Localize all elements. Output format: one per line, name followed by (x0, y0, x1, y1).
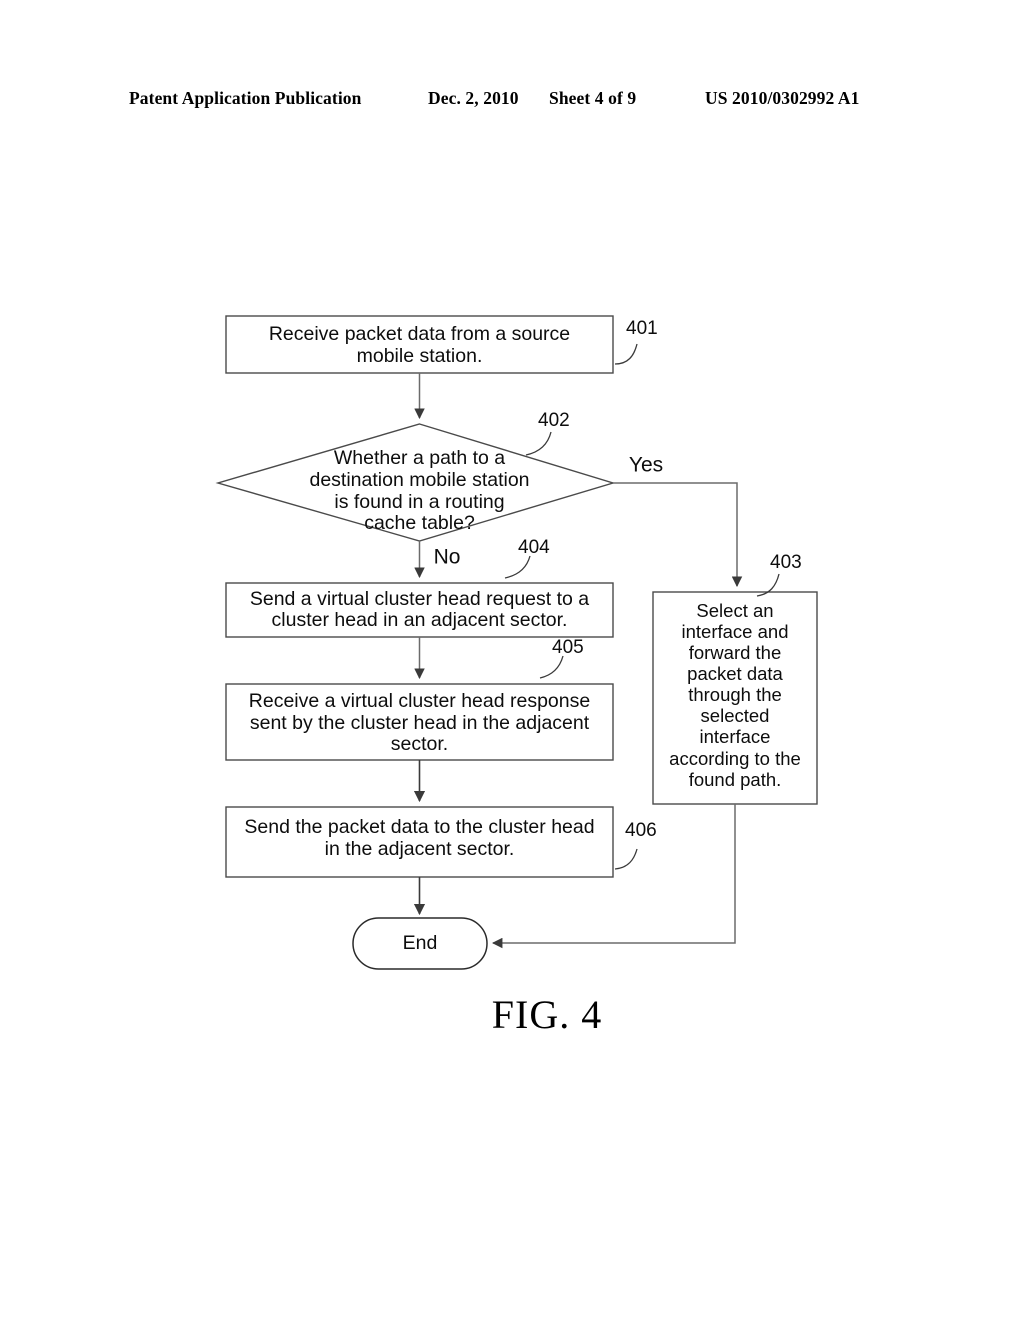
node-406-line1: Send the packet data to the cluster head (244, 816, 594, 838)
node-403-line9: found path. (689, 769, 782, 790)
node-403-line2: interface and (682, 621, 789, 642)
node-405-line3: sector. (391, 733, 448, 755)
node-402-line3: is found in a routing (334, 491, 504, 513)
node-404-leader-line (504, 555, 531, 579)
node-401-leader-line (614, 343, 638, 365)
node-403-line6: selected (701, 705, 770, 726)
node-405-line2: sent by the cluster head in the adjacent (250, 712, 590, 734)
node-402-line1: Whether a path to a (334, 447, 505, 469)
node-401-line1: Receive packet data from a source (269, 323, 570, 345)
branch-label-no: No (434, 546, 461, 569)
node-403-line7: interface (700, 726, 771, 747)
node-406-line2: in the adjacent sector. (325, 838, 515, 860)
node-404-line1: Send a virtual cluster head request to a (250, 588, 589, 610)
node-402-leader-line (525, 431, 552, 456)
node-404-ref-number: 404 (518, 537, 550, 558)
node-404-line2: cluster head in an adjacent sector. (272, 609, 568, 631)
node-403-ref-number: 403 (770, 552, 802, 573)
node-402-line2: destination mobile station (309, 469, 529, 491)
node-405-ref-number: 405 (552, 637, 584, 658)
node-406-ref-number: 406 (625, 820, 657, 841)
node-402-ref-number: 402 (538, 410, 570, 431)
node-406-leader-line (614, 848, 638, 870)
branch-label-yes: Yes (629, 454, 663, 477)
node-405-line1: Receive a virtual cluster head response (249, 690, 590, 712)
node-403-line8: according to the (669, 748, 801, 769)
figure-caption-text: FIG. 4 (491, 992, 603, 1037)
node-403-line5: through the (688, 684, 782, 705)
figure-caption-container: FIG. 4 (0, 991, 1024, 1038)
flowchart-canvas: Receive packet data from a source mobile… (215, 315, 818, 970)
node-403-line4: packet data (687, 663, 783, 684)
node-403-line1: Select an (696, 600, 773, 621)
node-end-label: End (403, 932, 438, 954)
node-402-line4: cache table? (364, 512, 475, 534)
node-403-line3: forward the (689, 642, 782, 663)
figure-4-flowchart: Receive packet data from a source mobile… (0, 0, 1024, 1320)
node-401-ref-number: 401 (626, 318, 658, 339)
node-405-leader-line (539, 655, 564, 679)
node-401-line2: mobile station. (357, 345, 483, 367)
connector-402-yes-to-403 (613, 482, 743, 588)
